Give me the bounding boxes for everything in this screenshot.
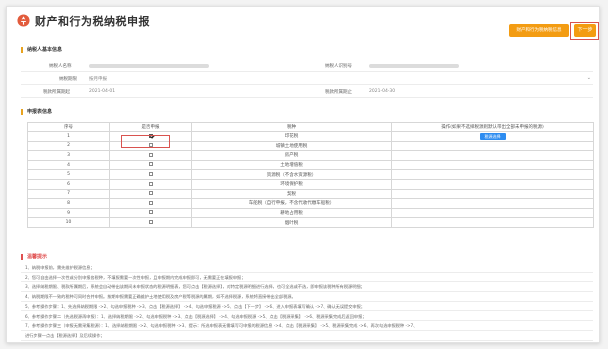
taxpayer-name-label: 纳税人名称 [49,64,72,69]
row-declare-cell [109,207,192,219]
row-tax-name: 烟叶税 [191,217,392,228]
row-action-cell [391,159,594,171]
app-window: 财产和行为税纳税申报 财产和行为税纳税信息 下一步 纳税人基本信息 纳税人名称 … [6,6,600,343]
period-type-select[interactable]: 纳税期限 按月申报 ⌄ [21,73,593,85]
tip-item: 2、您可自由选择一次性或分别申报各税种，不填报需要一次性申报，且申报期内完成申报… [21,273,593,283]
row-index: 7 [27,188,110,200]
row-action-cell [391,178,594,190]
row-declare-cell [109,178,192,190]
table-row: 6 环境保护税 [27,178,594,190]
table-header-row: 序号 是否申报 税种 操作(如果不选择税源则默认带出全部未申报的税源) [27,122,594,132]
col-header-action: 操作(如果不选择税源则默认带出全部未申报的税源) [391,122,594,132]
row-declare-cell [109,188,192,200]
form-row-period: 税款所属期起 2021-04-01 税款所属期止 2021-04-30 [21,86,593,98]
row-action-cell [391,169,594,180]
row-index: 3 [27,150,110,161]
row-index: 2 [27,140,110,152]
row-declare-cell [109,217,192,228]
tax-logo-icon [17,14,30,27]
row-action-cell [391,207,594,219]
period-start-label: 税款所属期起 [43,90,70,95]
taxpayer-name-value [89,64,209,68]
row-index: 9 [27,207,110,219]
row-index: 1 [27,131,110,142]
row-action-cell [391,188,594,200]
row-action-cell [391,150,594,161]
row-action-cell [391,217,594,228]
row-declare-cell [109,169,192,180]
declare-checkbox[interactable] [148,152,153,157]
taxpayer-id-label: 纳税人识别号 [325,64,352,69]
tip-item: 3、选择纳税期限、税款所属期后，系统会自动带出该期间未申报状态的税源明细表，您可… [21,282,593,293]
tax-source-select-button[interactable]: 税源选择 [479,132,506,140]
tax-info-button[interactable]: 财产和行为税纳税信息 [509,24,569,37]
row-index: 8 [27,198,110,209]
declare-checkbox[interactable] [148,191,153,196]
taxpayer-id-value [369,64,459,68]
table-row: 10 烟叶税 [27,217,594,228]
row-tax-name: 土地增值税 [191,159,392,171]
row-tax-name: 房产税 [191,150,392,161]
tip-item: 1、纳税申报前，需先维护税源信息； [21,263,593,273]
period-end-input[interactable]: 2021-04-30 [369,89,395,94]
row-index: 10 [27,217,110,228]
declare-checkbox[interactable] [148,210,153,215]
period-type-label: 纳税期限 [59,77,77,82]
row-declare-cell [109,159,192,171]
table-row: 1 印花税 税源选择 [27,131,594,142]
declare-checkbox[interactable] [148,200,153,205]
chevron-down-icon[interactable]: ⌄ [587,75,591,81]
declare-checkbox[interactable] [148,162,153,167]
period-end-label: 税款所属期止 [325,90,352,95]
row-tax-name: 耕地占用税 [191,207,392,219]
page-header: 财产和行为税纳税申报 财产和行为税纳税信息 下一步 [7,7,599,40]
table-row: 4 土地增值税 [27,159,594,171]
section-title-declare-info: 申报表信息 [21,109,52,115]
table-row: 9 耕地占用税 [27,207,594,219]
row-tax-name: 印花税 [191,131,392,142]
table-row: 8 车船税（自行申报，不含代收代缴车船税） [27,198,594,209]
highlight-box-next [570,22,599,40]
tip-item: 5、参考操作步骤：1、先选择纳税期限 ->2、勾选申报税种 ->3、点击【税源选… [21,302,593,312]
table-row: 2 城镇土地使用税 [27,140,594,152]
period-start-input[interactable]: 2021-04-01 [89,89,115,94]
row-declare-cell [109,150,192,161]
col-header-tax: 税种 [191,122,392,132]
tip-item: 4、纳税期限不一致的税种可同时合并申报。按期申报需要正确维护土地使用税及房产税等… [21,292,593,302]
page-title: 财产和行为税纳税申报 [35,15,150,28]
tip-item: 进行步骤一点击【税源选择】及后续操作； [21,331,593,341]
col-header-index: 序号 [27,122,110,132]
row-index: 6 [27,178,110,190]
row-tax-name: 资源税（不含水资源税） [191,169,392,180]
row-action-cell [391,198,594,209]
period-type-value: 按月申报 [89,77,107,82]
declare-checkbox[interactable] [148,219,153,224]
table-row: 7 契税 [27,188,594,200]
row-tax-name: 城镇土地使用税 [191,140,392,152]
section-title-tips: 温馨提示 [21,254,47,260]
declare-checkbox[interactable] [148,181,153,186]
row-action-cell [391,140,594,152]
declare-checkbox[interactable] [148,171,153,176]
row-index: 4 [27,159,110,171]
row-index: 5 [27,169,110,180]
tax-declare-table: 序号 是否申报 税种 操作(如果不选择税源则默认带出全部未申报的税源) 1 印花税… [27,122,594,228]
tip-item: 6、参考操作步骤二（先选税源再申报）：1、选择纳税期限 ->2、勾选申报税种 -… [21,312,593,322]
section-title-basic-info: 纳税人基本信息 [21,47,62,53]
row-tax-name: 契税 [191,188,392,200]
col-header-declare: 是否申报 [109,122,192,132]
row-action-cell: 税源选择 [391,131,594,142]
row-tax-name: 车船税（自行申报，不含代收代缴车船税） [191,198,392,209]
highlight-box-checkbox [121,135,170,148]
row-declare-cell [109,198,192,209]
row-tax-name: 环境保护税 [191,178,392,190]
tax-table-body: 1 印花税 税源选择 2 城镇土地使用税 3 房产税 4 土地增值税 5 资源税（不含水资源税） 6 环… [27,131,594,228]
table-row: 5 资源税（不含水资源税） [27,169,594,180]
tip-item: 7、参考操作步骤三（申报无需采集税源）：1、选择纳税期限 ->2、勾选申报税种 … [21,321,593,331]
form-row-taxpayer: 纳税人名称 纳税人识别号 [21,60,593,72]
table-row: 3 房产税 [27,150,594,161]
